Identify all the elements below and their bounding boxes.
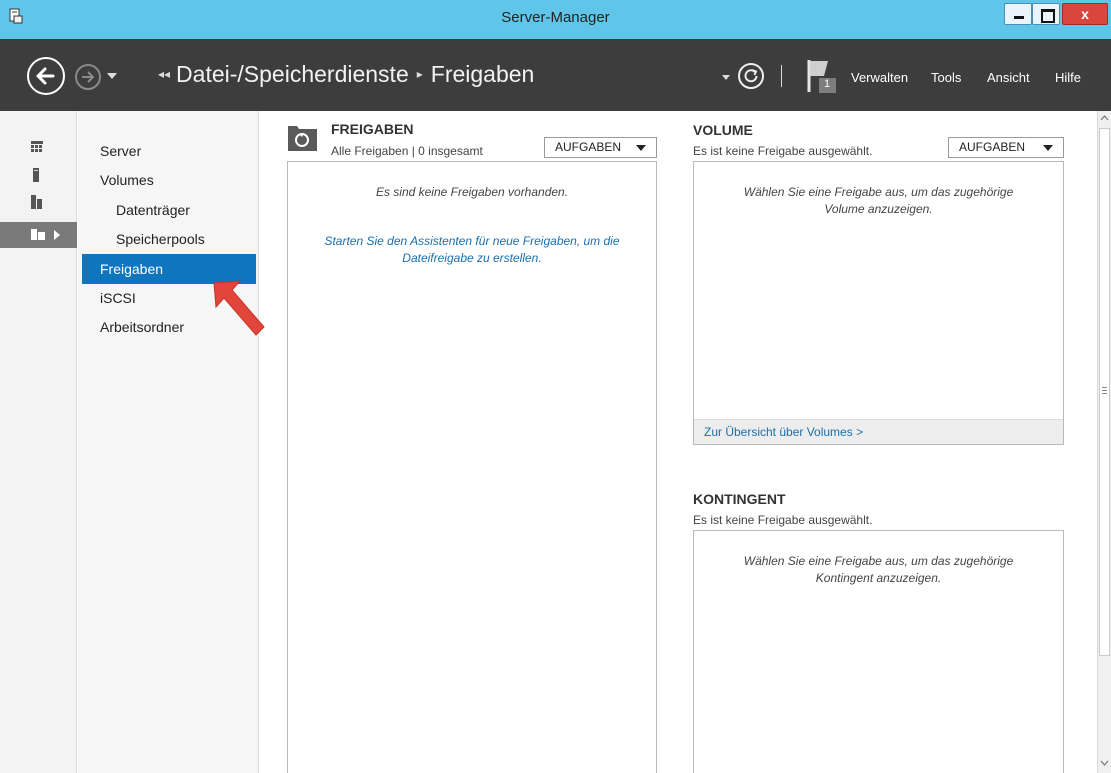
dropdown-arrow-icon bbox=[1043, 145, 1053, 151]
nav-item-datentraeger[interactable]: Datenträger bbox=[82, 195, 256, 225]
arrow-left-icon bbox=[36, 67, 55, 85]
kontingent-message: Wählen Sie eine Freigabe aus, um das zug… bbox=[743, 554, 1014, 585]
breadcrumb-separator: ▸ bbox=[416, 67, 423, 81]
freigaben-title: FREIGABEN bbox=[331, 121, 414, 137]
scrollbar-thumb[interactable] bbox=[1099, 128, 1110, 656]
dropdown-arrow-icon bbox=[636, 145, 646, 151]
arrow-right-icon bbox=[82, 71, 95, 83]
volume-footer: Zur Übersicht über Volumes > bbox=[694, 419, 1063, 444]
volumes-overview-link[interactable]: Zur Übersicht über Volumes > bbox=[704, 425, 863, 439]
expand-caret-icon bbox=[54, 230, 60, 240]
kontingent-panel: Wählen Sie eine Freigabe aus, um das zug… bbox=[693, 530, 1064, 773]
history-dropdown-icon[interactable] bbox=[107, 73, 117, 79]
shares-folder-icon bbox=[288, 126, 317, 151]
freigaben-tasks-label: AUFGABEN bbox=[555, 140, 622, 154]
vertical-scrollbar[interactable] bbox=[1097, 111, 1111, 773]
all-servers-icon bbox=[31, 195, 42, 209]
nav-item-server[interactable]: Server bbox=[82, 136, 256, 166]
new-share-wizard-link[interactable]: Starten Sie den Assistenten für neue Fre… bbox=[288, 233, 656, 267]
minimize-button[interactable] bbox=[1004, 3, 1032, 25]
breadcrumb-parent[interactable]: Datei-/Speicherdienste bbox=[176, 61, 409, 87]
header-divider bbox=[781, 65, 782, 87]
back-button[interactable] bbox=[27, 57, 65, 95]
breadcrumb-back-glyph[interactable]: ◂◂ bbox=[158, 67, 170, 81]
annotation-arrow-icon bbox=[213, 280, 265, 336]
nav-item-speicherpools[interactable]: Speicherpools bbox=[82, 224, 256, 254]
volume-tasks-label: AUFGABEN bbox=[959, 140, 1026, 154]
rail-file-storage-services[interactable] bbox=[0, 222, 77, 248]
rail-all-servers[interactable] bbox=[0, 189, 77, 215]
rail-dashboard[interactable] bbox=[0, 135, 77, 161]
volume-message: Wählen Sie eine Freigabe aus, um das zug… bbox=[743, 185, 1014, 216]
menu-tools[interactable]: Tools bbox=[931, 70, 961, 85]
window-title: Server-Manager bbox=[501, 9, 610, 26]
close-button[interactable]: x bbox=[1062, 3, 1108, 25]
refresh-icon bbox=[744, 69, 758, 83]
dashboard-icon bbox=[31, 141, 43, 152]
kontingent-subtitle: Es ist keine Freigabe ausgewählt. bbox=[693, 513, 873, 527]
scrollbar-grip-icon bbox=[1102, 387, 1107, 394]
freigaben-subtitle: Alle Freigaben | 0 insgesamt bbox=[331, 144, 483, 158]
breadcrumb: ◂◂ Datei-/Speicherdienste ▸ Freigaben bbox=[158, 61, 534, 88]
breadcrumb-current: Freigaben bbox=[430, 61, 535, 87]
kontingent-title: KONTINGENT bbox=[693, 491, 786, 507]
notifications-flag-icon[interactable]: 1 bbox=[806, 58, 838, 94]
window-title-bar: Server-Manager x bbox=[0, 0, 1111, 39]
menu-verwalten[interactable]: Verwalten bbox=[851, 70, 908, 85]
notification-count-badge: 1 bbox=[824, 78, 831, 90]
refresh-dropdown-icon[interactable] bbox=[722, 75, 730, 80]
local-server-icon bbox=[33, 168, 39, 182]
navigation-header: ◂◂ Datei-/Speicherdienste ▸ Freigaben 1 Ver… bbox=[0, 39, 1111, 111]
refresh-button[interactable] bbox=[738, 63, 764, 89]
close-button-label: x bbox=[1081, 6, 1089, 22]
volume-tasks-dropdown[interactable]: AUFGABEN bbox=[948, 137, 1064, 158]
scroll-down-arrow-icon[interactable] bbox=[1098, 755, 1111, 771]
flag-icon bbox=[807, 60, 836, 93]
menu-ansicht[interactable]: Ansicht bbox=[987, 70, 1030, 85]
freigaben-list-panel[interactable]: Es sind keine Freigaben vorhanden. Start… bbox=[287, 161, 657, 773]
volume-title: VOLUME bbox=[693, 122, 753, 138]
forward-button[interactable] bbox=[75, 64, 101, 90]
icon-rail bbox=[0, 111, 77, 773]
freigaben-empty-message: Es sind keine Freigaben vorhanden. bbox=[375, 185, 569, 199]
menu-hilfe[interactable]: Hilfe bbox=[1055, 70, 1081, 85]
volume-subtitle: Es ist keine Freigabe ausgewählt. bbox=[693, 144, 873, 158]
nav-item-volumes[interactable]: Volumes bbox=[82, 165, 256, 195]
scroll-up-arrow-icon[interactable] bbox=[1098, 111, 1111, 127]
rail-local-server[interactable] bbox=[0, 162, 77, 188]
freigaben-tasks-dropdown[interactable]: AUFGABEN bbox=[544, 137, 657, 158]
maximize-button[interactable] bbox=[1032, 3, 1060, 25]
file-storage-services-icon bbox=[31, 229, 45, 240]
volume-panel: Wählen Sie eine Freigabe aus, um das zug… bbox=[693, 161, 1064, 445]
subnav-panel: Server Volumes Datenträger Speicherpools… bbox=[78, 111, 259, 773]
